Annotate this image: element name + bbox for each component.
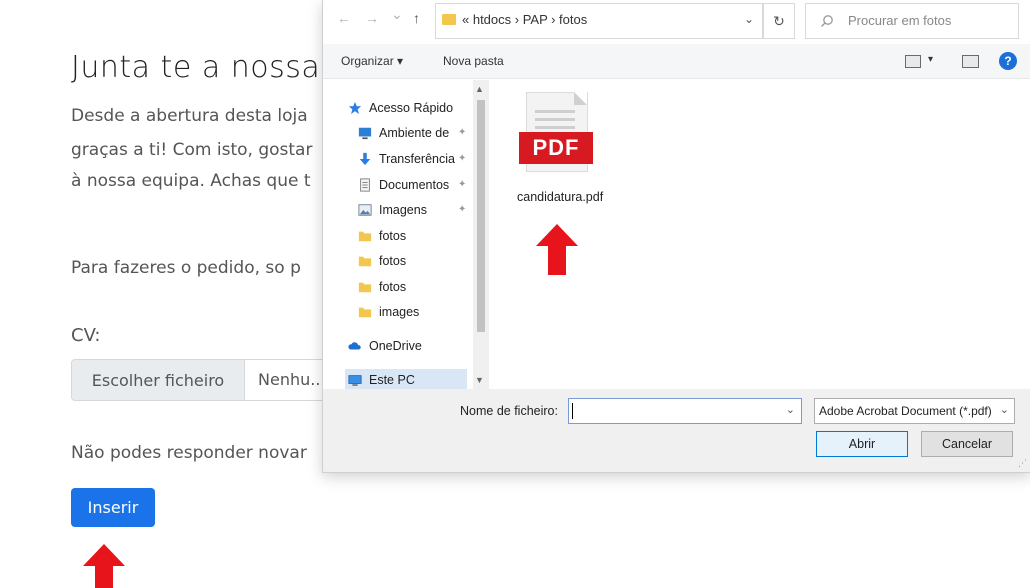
- intro-line-2: graças a ti! Com isto, gostar: [71, 140, 313, 160]
- folder-icon: [358, 307, 372, 318]
- folder-icon: [358, 231, 372, 242]
- documents-icon: [360, 178, 370, 192]
- filename-input[interactable]: ⌄: [568, 398, 802, 424]
- images-icon: [358, 204, 372, 216]
- resize-grip-icon[interactable]: ⋰: [1018, 458, 1027, 469]
- sidebar-item-label: fotos: [379, 280, 407, 294]
- pin-icon: ✦: [458, 153, 467, 164]
- new-folder-button[interactable]: Nova pasta: [443, 54, 504, 68]
- preview-pane-icon[interactable]: [962, 55, 979, 68]
- sidebar-item-desktop[interactable]: Ambiente de: [357, 122, 449, 144]
- dialog-footer: Nome de ficheiro: ⌄ Adobe Acrobat Docume…: [323, 389, 1030, 472]
- file-type-select[interactable]: Adobe Acrobat Document (*.pdf) ⌄: [814, 398, 1015, 424]
- request-text: Para fazeres o pedido, so p: [71, 258, 301, 278]
- sidebar-item-fotos-2[interactable]: fotos: [357, 250, 406, 272]
- search-input: Procurar em fotos: [848, 13, 952, 28]
- sidebar-item-documents[interactable]: Documentos: [357, 174, 449, 196]
- sidebar-item-downloads[interactable]: Transferência: [357, 148, 455, 170]
- sidebar-item-label: Documentos: [379, 178, 450, 192]
- chevron-down-icon[interactable]: ⌄: [786, 403, 795, 416]
- sidebar-item-images[interactable]: Imagens: [357, 199, 427, 221]
- star-icon: [348, 101, 362, 115]
- download-icon: [359, 152, 371, 166]
- sidebar-item-label: OneDrive: [369, 339, 422, 353]
- open-button[interactable]: Abrir: [816, 431, 908, 457]
- scrollbar-thumb[interactable]: [477, 100, 485, 332]
- submit-button[interactable]: Inserir: [71, 488, 155, 527]
- forward-arrow-icon[interactable]: →: [365, 10, 379, 26]
- cloud-icon: [348, 342, 361, 350]
- sidebar-item-label: Acesso Rápido: [369, 101, 454, 115]
- intro-line-1: Desde a abertura desta loja: [71, 106, 308, 126]
- desktop-icon: [358, 127, 372, 140]
- scroll-up-icon[interactable]: ▲: [475, 84, 484, 94]
- cv-file-input[interactable]: Escolher ficheiro Nenhu...: [71, 359, 333, 401]
- sidebar-item-fotos-1[interactable]: fotos: [357, 225, 406, 247]
- search-box[interactable]: Procurar em fotos: [805, 3, 1019, 39]
- chevron-down-icon: ⌄: [999, 404, 1009, 416]
- sidebar-item-onedrive[interactable]: OneDrive: [347, 335, 422, 357]
- pin-icon: ✦: [458, 127, 467, 138]
- cancel-button[interactable]: Cancelar: [921, 431, 1013, 457]
- help-icon[interactable]: ?: [999, 52, 1017, 70]
- refresh-button[interactable]: ↻: [763, 3, 795, 39]
- file-open-dialog: ← → ⌄ ↑ « htdocs › PAP › fotos ⌄ ↻ Procu…: [322, 0, 1030, 473]
- sidebar-item-label: Este PC: [369, 373, 415, 387]
- up-arrow-icon[interactable]: ↑: [413, 10, 420, 26]
- organize-menu[interactable]: Organizar ▾: [341, 54, 403, 68]
- pdf-badge: PDF: [519, 132, 593, 164]
- file-type-value: Adobe Acrobat Document (*.pdf): [819, 404, 991, 418]
- sidebar-item-label: Ambiente de: [379, 126, 450, 140]
- pin-icon: ✦: [458, 204, 467, 215]
- pc-icon: [348, 375, 362, 386]
- folder-icon: [442, 14, 456, 25]
- filename-label: Nome de ficheiro:: [460, 404, 558, 418]
- address-row: ← → ⌄ ↑ « htdocs › PAP › fotos ⌄ ↻ Procu…: [323, 0, 1030, 44]
- intro-line-3: à nossa equipa. Achas que t: [71, 171, 311, 191]
- notice-text: Não podes responder novar: [71, 443, 307, 463]
- page-title: Junta te a nossa: [71, 50, 321, 85]
- sidebar-item-label: fotos: [379, 229, 407, 243]
- sidebar-item-label: Imagens: [379, 203, 427, 217]
- navigation-pane: Acesso Rápido Ambiente de ✦ Transferênci…: [323, 79, 489, 391]
- sidebar-item-images-folder[interactable]: images: [357, 301, 419, 323]
- view-options-icon[interactable]: [905, 55, 921, 68]
- folder-icon: [358, 256, 372, 267]
- sidebar-item-label: Transferência: [379, 152, 455, 166]
- back-arrow-icon[interactable]: ←: [337, 10, 351, 26]
- dialog-toolbar: Organizar ▾ Nova pasta: [323, 44, 1030, 79]
- address-bar[interactable]: « htdocs › PAP › fotos ⌄: [435, 3, 763, 39]
- no-file-text: Nenhu...: [258, 370, 326, 389]
- address-path: « htdocs › PAP › fotos: [462, 12, 588, 27]
- cv-label: CV:: [71, 325, 101, 346]
- search-icon: [821, 15, 833, 27]
- file-name: candidatura.pdf: [517, 190, 604, 204]
- file-item-candidatura[interactable]: PDF candidatura.pdf: [513, 88, 643, 248]
- sidebar-item-fotos-3[interactable]: fotos: [357, 276, 406, 298]
- recent-locations-icon[interactable]: ⌄: [391, 6, 403, 23]
- choose-file-button[interactable]: Escolher ficheiro: [72, 360, 245, 400]
- pin-icon: ✦: [458, 179, 467, 190]
- sidebar-item-label: images: [379, 305, 420, 319]
- sidebar-item-this-pc[interactable]: Este PC: [345, 369, 467, 391]
- scroll-down-icon[interactable]: ▼: [475, 375, 484, 385]
- folder-icon: [358, 282, 372, 293]
- view-menu-chevron-icon[interactable]: ▾: [928, 54, 933, 65]
- sidebar-item-label: fotos: [379, 254, 407, 268]
- sidebar-item-quick-access[interactable]: Acesso Rápido: [347, 97, 453, 119]
- address-dropdown-icon[interactable]: ⌄: [744, 12, 754, 26]
